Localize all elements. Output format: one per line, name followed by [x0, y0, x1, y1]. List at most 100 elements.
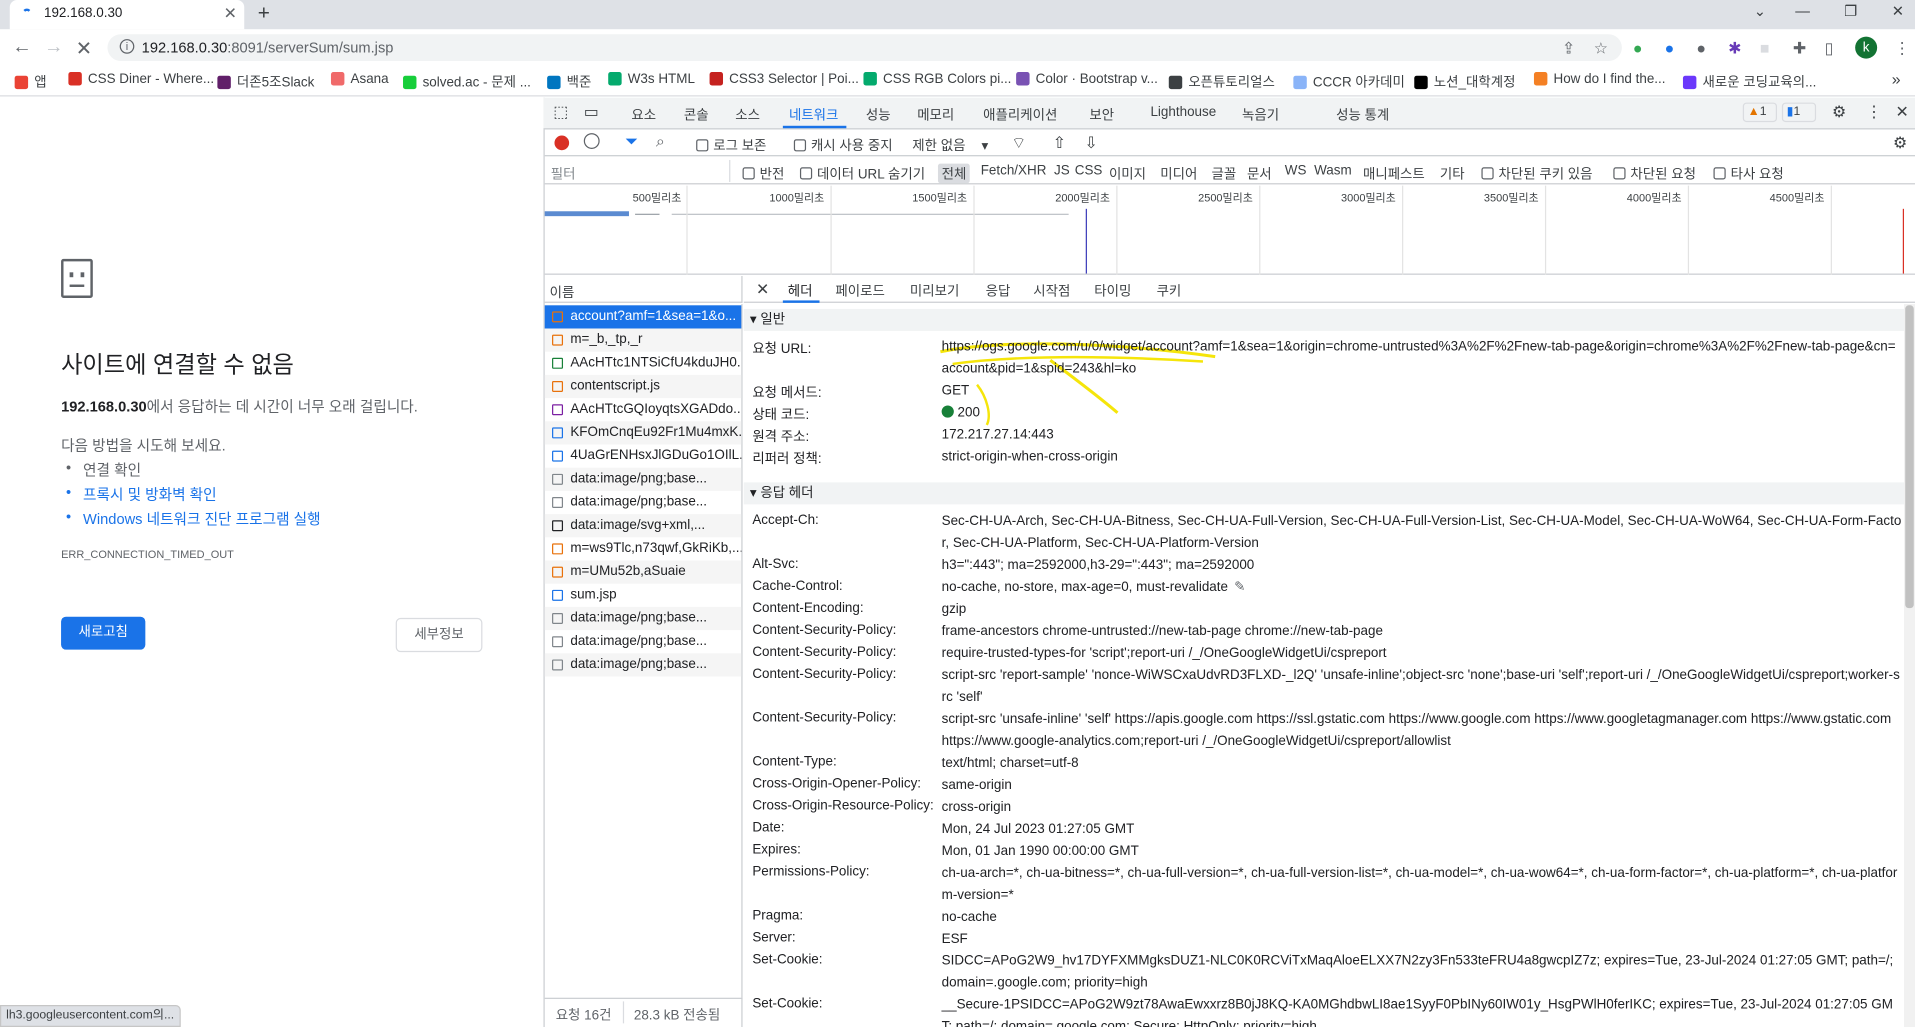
- header-value[interactable]: same-origin: [942, 774, 1902, 796]
- header-value[interactable]: 172.217.27.14:443: [942, 424, 1902, 446]
- header-value[interactable]: script-src 'unsafe-inline' 'self' https:…: [942, 708, 1902, 752]
- request-row[interactable]: sum.jsp: [545, 584, 742, 607]
- third-party-checkbox[interactable]: 타사 요청: [1713, 164, 1784, 184]
- bookmark-item[interactable]: 앱: [14, 72, 47, 92]
- address-bar[interactable]: i 192.168.0.30:8091/serverSum/sum.jsp: [107, 34, 1622, 62]
- suggestion-check-proxy-link[interactable]: 프록시 및 방화벽 확인: [66, 484, 217, 505]
- header-value[interactable]: require-trusted-types-for 'script';repor…: [942, 642, 1902, 664]
- header-value[interactable]: text/html; charset=utf-8: [942, 752, 1902, 774]
- bookmark-item[interactable]: 오픈튜토리얼스: [1168, 72, 1275, 92]
- detail-tab[interactable]: 쿠키: [1157, 281, 1182, 301]
- devtools-tab[interactable]: 애플리케이션: [983, 105, 1057, 125]
- new-tab-icon[interactable]: +: [258, 1, 270, 25]
- request-row[interactable]: AAcHTtc1NTSiCfU4kduJH0...: [545, 352, 741, 375]
- back-icon[interactable]: ←: [12, 37, 32, 59]
- header-value[interactable]: cross-origin: [942, 796, 1902, 818]
- devtools-tab[interactable]: 소스: [735, 105, 760, 125]
- detail-tab[interactable]: 미리보기: [910, 281, 959, 301]
- throttling-select[interactable]: 제한 없음 ▾: [912, 136, 988, 156]
- header-value[interactable]: __Secure-1PSIDCC=APoG2W9zt78AwaEwxxrz8B0…: [942, 994, 1902, 1027]
- devtools-close-icon[interactable]: ✕: [1895, 103, 1908, 123]
- bookmark-item[interactable]: CSS3 Selector | Poi...: [709, 72, 859, 87]
- filter-type-chip[interactable]: 기타: [1440, 164, 1465, 184]
- request-row[interactable]: account?amf=1&sea=1&o...: [544, 305, 742, 329]
- devtools-tab[interactable]: 콘솔: [684, 105, 709, 125]
- devtools-tab[interactable]: 성능 통계: [1336, 105, 1389, 125]
- detail-tab[interactable]: 응답: [986, 281, 1011, 301]
- close-tab-icon[interactable]: ✕: [224, 4, 237, 24]
- device-toolbar-icon[interactable]: ▭: [584, 103, 599, 123]
- messages-badge[interactable]: ▮1: [1781, 102, 1817, 123]
- filter-type-chip[interactable]: 미디어: [1160, 164, 1197, 184]
- extensions-puzzle-icon[interactable]: ✚: [1793, 39, 1806, 59]
- reload-button[interactable]: 새로고침: [61, 616, 146, 650]
- response-headers-section-header[interactable]: ▾ 응답 헤더: [743, 482, 1905, 505]
- header-value[interactable]: no-cache, no-store, max-age=0, must-reva…: [942, 576, 1902, 598]
- devtools-tab[interactable]: 성능: [866, 105, 891, 125]
- minimize-icon[interactable]: —: [1795, 2, 1810, 19]
- stop-loading-icon[interactable]: ✕: [76, 37, 92, 61]
- general-section-header[interactable]: ▾ 일반: [743, 308, 1905, 331]
- close-window-icon[interactable]: ✕: [1892, 2, 1904, 19]
- request-row[interactable]: data:image/png;base...: [545, 630, 742, 653]
- restore-icon[interactable]: ❐: [1844, 2, 1857, 19]
- browser-tab[interactable]: 192.168.0.30 ✕: [9, 0, 245, 30]
- request-row[interactable]: m=ws9Tlc,n73qwf,GkRiKb,...: [545, 537, 741, 560]
- suggestion-run-diagnostics-link[interactable]: Windows 네트워크 진단 프로그램 실행: [66, 508, 321, 529]
- devtools-menu-icon[interactable]: ⋮: [1866, 103, 1882, 123]
- extension-three-icon[interactable]: ●: [1696, 39, 1706, 57]
- bookmark-item[interactable]: solved.ac - 문제 ...: [403, 72, 531, 92]
- header-value[interactable]: ch-ua-arch=*, ch-ua-bitness=*, ch-ua-ful…: [942, 862, 1902, 906]
- devtools-tab[interactable]: 메모리: [917, 105, 954, 125]
- export-har-icon[interactable]: ⇩: [1085, 133, 1098, 153]
- request-row[interactable]: data:image/png;base...: [544, 467, 742, 491]
- detail-tab[interactable]: 헤더: [788, 281, 813, 301]
- filter-type-chip[interactable]: 글꼴: [1212, 164, 1237, 184]
- close-detail-icon[interactable]: ✕: [756, 280, 769, 300]
- import-har-icon[interactable]: ⇧: [1053, 133, 1066, 153]
- filter-type-chip[interactable]: WS: [1285, 164, 1307, 179]
- warnings-badge[interactable]: ▲1: [1742, 102, 1777, 123]
- bookmark-item[interactable]: How do I find the...: [1533, 72, 1666, 87]
- devtools-settings-icon[interactable]: ⚙: [1832, 103, 1846, 123]
- bookmark-item[interactable]: CCCR 아카데미: [1293, 72, 1405, 92]
- header-value[interactable]: GET: [942, 380, 1902, 402]
- filter-type-chip[interactable]: JS: [1054, 164, 1070, 179]
- details-button[interactable]: 세부정보: [395, 617, 483, 653]
- devtools-tab[interactable]: 네트워크: [789, 105, 838, 125]
- invert-checkbox[interactable]: 반전: [742, 164, 784, 184]
- request-row[interactable]: contentscript.js: [544, 374, 742, 399]
- preserve-log-checkbox[interactable]: 로그 보존: [696, 136, 766, 156]
- filter-type-chip[interactable]: 전체: [937, 163, 971, 184]
- devtools-tab[interactable]: Lighthouse: [1150, 105, 1216, 120]
- bookmark-item[interactable]: 노션_대학계정: [1414, 72, 1515, 92]
- bookmark-item[interactable]: W3s HTML: [608, 72, 695, 87]
- filter-type-chip[interactable]: 매니페스트: [1363, 164, 1425, 184]
- search-icon[interactable]: ⌕: [656, 132, 665, 152]
- edit-pencil-icon[interactable]: ✎: [1234, 580, 1245, 595]
- share-icon[interactable]: ⇪: [1562, 39, 1575, 59]
- extension-one-icon[interactable]: ●: [1633, 39, 1643, 57]
- filter-type-chip[interactable]: 문서: [1247, 164, 1272, 184]
- network-settings-icon[interactable]: ⚙: [1893, 133, 1907, 153]
- filter-type-chip[interactable]: Fetch/XHR: [981, 164, 1047, 179]
- bookmarks-overflow-icon[interactable]: »: [1892, 70, 1901, 88]
- request-row[interactable]: data:image/png;base...: [545, 491, 742, 514]
- name-column-header[interactable]: 이름: [544, 275, 743, 303]
- hide-data-urls-checkbox[interactable]: 데이터 URL 숨기기: [799, 164, 925, 184]
- header-value[interactable]: strict-origin-when-cross-origin: [942, 446, 1902, 468]
- devtools-tab[interactable]: 보안: [1089, 105, 1114, 125]
- filter-type-chip[interactable]: 이미지: [1109, 164, 1146, 184]
- record-icon[interactable]: [554, 135, 570, 151]
- filter-type-chip[interactable]: CSS: [1075, 164, 1103, 179]
- detail-tab[interactable]: 페이로드: [835, 281, 884, 301]
- bookmark-item[interactable]: 더존5조Slack: [217, 72, 314, 92]
- filter-type-chip[interactable]: Wasm: [1314, 164, 1352, 179]
- scrollbar-thumb[interactable]: [1905, 305, 1914, 609]
- header-value[interactable]: 200: [941, 402, 1902, 424]
- request-row[interactable]: data:image/png;base...: [544, 653, 742, 677]
- detail-tab[interactable]: 타이밍: [1094, 281, 1131, 301]
- bookmark-item[interactable]: 새로운 코딩교육의...: [1682, 72, 1816, 92]
- devtools-tab[interactable]: 요소: [631, 105, 656, 125]
- devtools-tab[interactable]: 녹음기: [1242, 105, 1279, 125]
